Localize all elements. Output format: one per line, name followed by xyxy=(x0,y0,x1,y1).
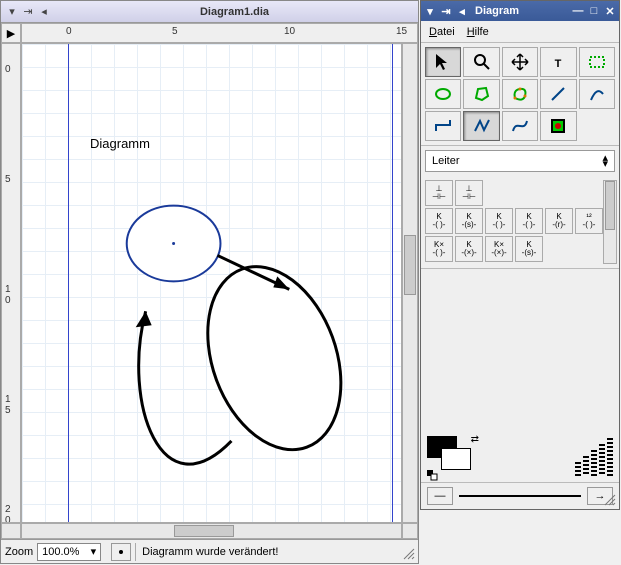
shape-relay-4[interactable]: K-( )- xyxy=(515,208,543,234)
tool-image[interactable] xyxy=(540,111,576,141)
minimize-icon[interactable]: — xyxy=(571,4,585,18)
shade-icon[interactable]: ◂ xyxy=(37,5,51,19)
chevron-down-icon: ▾ xyxy=(91,545,97,558)
color-swatch[interactable]: ⇄ xyxy=(427,436,477,476)
tool-text[interactable]: T xyxy=(540,47,576,77)
status-message: Diagramm wurde verändert! xyxy=(135,543,278,561)
toolbox-window: ▾ ⇥ ◂ Diagram — □ ✕ Datei Hilfe T Leiter… xyxy=(420,0,620,510)
line-width-selector[interactable] xyxy=(575,436,613,476)
stepper-icon: ▴▾ xyxy=(602,155,608,167)
shape-relay-5[interactable]: K-(r)- xyxy=(545,208,573,234)
toolbox-titlebar[interactable]: ▾ ⇥ ◂ Diagram — □ ✕ xyxy=(421,1,619,21)
main-titlebar[interactable]: ▾ ⇥ ◂ Diagram1.dia xyxy=(1,1,418,23)
shape-relay-2[interactable]: K-(s)- xyxy=(455,208,483,234)
tool-zigzag[interactable] xyxy=(425,111,461,141)
vertical-ruler[interactable]: 0 5 1 0 1 5 2 0 xyxy=(1,43,21,523)
tool-ellipse[interactable] xyxy=(425,79,461,109)
tool-arc[interactable] xyxy=(579,79,615,109)
menu-help[interactable]: Hilfe xyxy=(467,26,489,38)
background-swatch[interactable] xyxy=(441,448,471,470)
arrow-style-row: — → xyxy=(421,483,619,509)
shape-relay-9[interactable]: K×-(×)- xyxy=(485,236,513,262)
line-style-selector[interactable] xyxy=(459,495,581,497)
resize-grip-icon[interactable] xyxy=(603,493,617,507)
window-title: Diagram1.dia xyxy=(51,6,418,18)
shape-ifnot[interactable]: ⊥⊣⊢ xyxy=(455,180,483,206)
horizontal-scrollbar[interactable] xyxy=(21,523,402,539)
diagram-window: ▾ ⇥ ◂ Diagram1.dia ▶ 0 5 10 15 0 5 1 0 1… xyxy=(0,0,419,564)
shape-relay-10[interactable]: K-(s)- xyxy=(515,236,543,262)
close-icon[interactable]: ✕ xyxy=(603,4,617,18)
svg-text:T: T xyxy=(555,58,562,70)
tool-line[interactable] xyxy=(540,79,576,109)
pin-icon[interactable]: ⇥ xyxy=(21,5,35,19)
horizontal-ruler[interactable]: 0 5 10 15 xyxy=(21,23,418,43)
snap-toggle[interactable] xyxy=(111,543,131,561)
diagram-canvas[interactable]: Diagramm xyxy=(21,43,402,523)
shape-relay-6[interactable]: ¹²-( )- xyxy=(575,208,603,234)
shape-palette: ⊥⊣⊢ ⊥⊣⊢ K-( )- K-(s)- K-( )- K-( )- K-(r… xyxy=(421,176,619,269)
tool-beziergon[interactable] xyxy=(502,79,538,109)
maximize-icon[interactable]: □ xyxy=(587,4,601,18)
color-area: ⇄ xyxy=(421,269,619,483)
pin-icon[interactable]: ⇥ xyxy=(439,4,453,18)
window-menu-icon[interactable]: ▾ xyxy=(423,4,437,18)
tool-bezier[interactable] xyxy=(502,111,538,141)
nav-corner[interactable] xyxy=(402,523,418,539)
zoom-label: Zoom xyxy=(1,546,37,558)
arrow-start-selector[interactable]: — xyxy=(427,487,453,505)
zoom-combo[interactable]: 100.0% ▾ xyxy=(37,543,101,561)
shape-relay-8[interactable]: K-(×)- xyxy=(455,236,483,262)
vertical-scrollbar[interactable] xyxy=(402,43,418,523)
statusbar: Zoom 100.0% ▾ Diagramm wurde verändert! xyxy=(1,539,418,563)
shape-if[interactable]: ⊥⊣⊢ xyxy=(425,180,453,206)
palette-scrollbar[interactable] xyxy=(603,180,617,264)
tool-magnify[interactable] xyxy=(463,47,499,77)
shape-relay-1[interactable]: K-( )- xyxy=(425,208,453,234)
sheet-selector[interactable]: Leiter ▴▾ xyxy=(425,150,615,172)
canvas-shapes xyxy=(22,44,401,523)
reset-colors-icon[interactable] xyxy=(427,470,439,482)
tool-polygon[interactable] xyxy=(463,79,499,109)
resize-grip-icon[interactable] xyxy=(402,547,416,561)
swap-colors-icon[interactable]: ⇄ xyxy=(471,434,479,445)
tool-grid: T xyxy=(421,43,619,146)
tool-polyline[interactable] xyxy=(463,111,499,141)
toolbox-menubar: Datei Hilfe xyxy=(421,21,619,43)
sheet-name: Leiter xyxy=(432,155,460,167)
ruler-origin-button[interactable]: ▶ xyxy=(1,23,21,43)
shape-relay-3[interactable]: K-( )- xyxy=(485,208,513,234)
toolbox-title: Diagram xyxy=(469,5,571,17)
shape-relay-7[interactable]: K×-( )- xyxy=(425,236,453,262)
window-menu-icon[interactable]: ▾ xyxy=(5,5,19,19)
tool-box[interactable] xyxy=(579,47,615,77)
tool-pointer[interactable] xyxy=(425,47,461,77)
menu-file[interactable]: Datei xyxy=(429,26,455,38)
shade-icon[interactable]: ◂ xyxy=(455,4,469,18)
tool-scroll[interactable] xyxy=(502,47,538,77)
